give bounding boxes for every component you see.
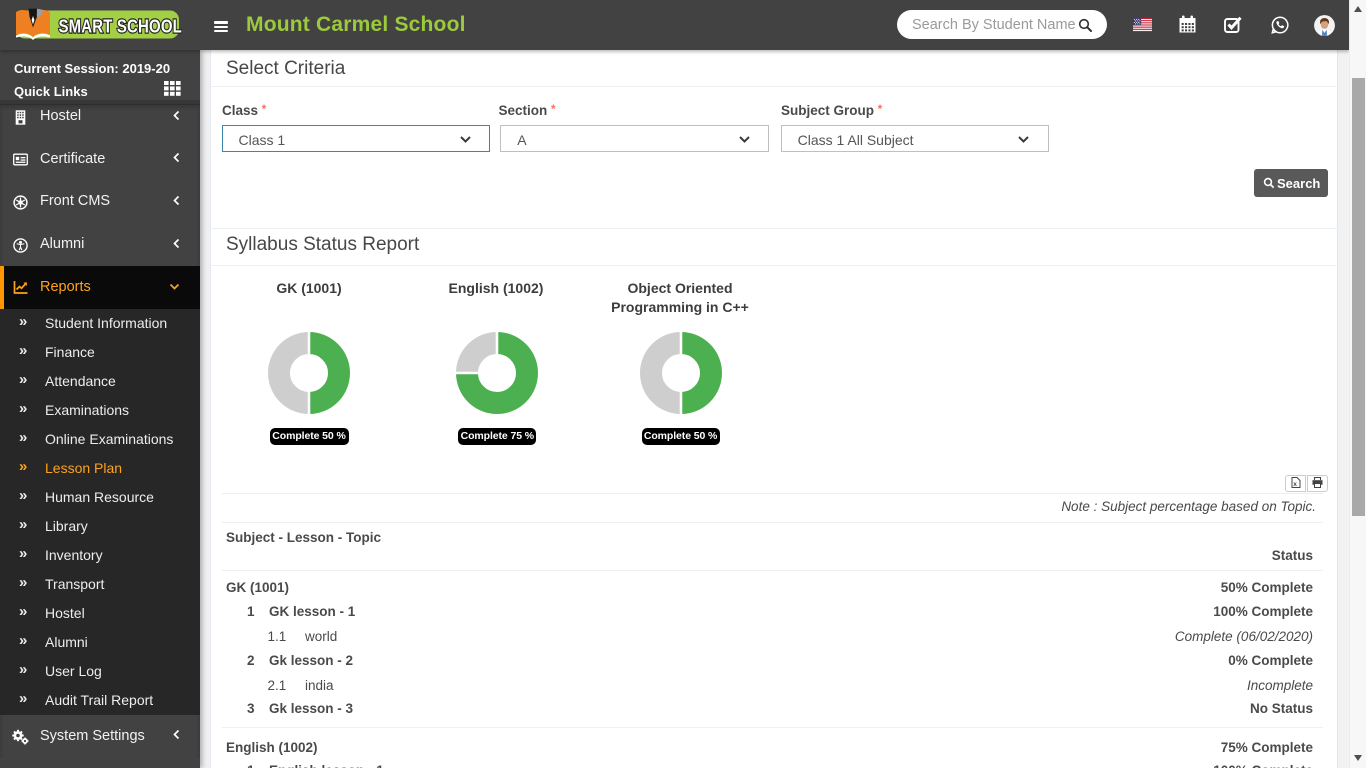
svg-text:SMART SCHOOL: SMART SCHOOL xyxy=(59,16,182,37)
svg-text:x: x xyxy=(1293,481,1297,488)
